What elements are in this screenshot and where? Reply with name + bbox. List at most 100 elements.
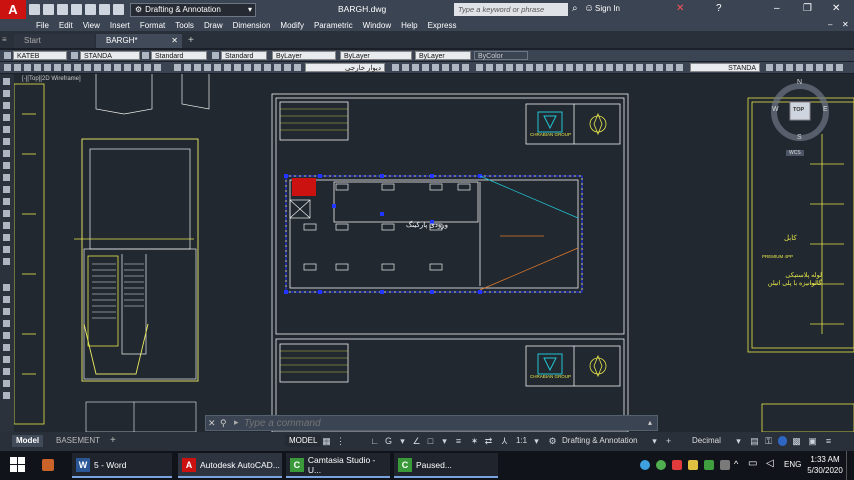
compass-north[interactable]: N: [797, 79, 802, 86]
array-tool-icon[interactable]: [3, 332, 10, 339]
selection-cycling-icon[interactable]: ⇄: [484, 436, 493, 446]
toolbar-icon-54[interactable]: [646, 64, 653, 71]
toolbar-icon-24[interactable]: [244, 64, 251, 71]
arc-tool-icon[interactable]: [3, 114, 10, 121]
toolbar-icon-26[interactable]: [264, 64, 271, 71]
menu-draw[interactable]: Draw: [204, 21, 223, 30]
toolbar-icon-50[interactable]: [606, 64, 613, 71]
toolbar-icon-16[interactable]: [154, 64, 161, 71]
compass-south[interactable]: S: [797, 134, 802, 141]
toolbar-icon-19[interactable]: [194, 64, 201, 71]
lineweight-icon[interactable]: ≡: [454, 436, 463, 446]
toolbar-icon-20[interactable]: [204, 64, 211, 71]
menu-minimize-icon[interactable]: –: [828, 20, 832, 29]
toolbar-icon-30[interactable]: [402, 64, 409, 71]
toolbar-icon-53[interactable]: [636, 64, 643, 71]
linetype-dropdown[interactable]: ByLayer: [340, 51, 412, 60]
scale-dropdown-icon[interactable]: ▾: [532, 436, 541, 446]
gradient-tool-icon[interactable]: [3, 222, 10, 229]
offset-tool-icon[interactable]: [3, 320, 10, 327]
menu-file[interactable]: File: [36, 21, 49, 30]
annotation-monitor-icon[interactable]: +: [664, 436, 673, 446]
units-dropdown-icon[interactable]: ▾: [734, 436, 743, 446]
model-space-toggle[interactable]: MODEL: [285, 435, 322, 447]
toolbar-icon-56[interactable]: [666, 64, 673, 71]
toolbar-icon-3[interactable]: [24, 64, 31, 71]
toolbar-icon-34[interactable]: [442, 64, 449, 71]
toolbar-icon-32[interactable]: [422, 64, 429, 71]
save-as-icon[interactable]: [71, 4, 82, 15]
toolbar-icon-57[interactable]: [676, 64, 683, 71]
toolbar-icon-39[interactable]: [496, 64, 503, 71]
toolbar-icon-33[interactable]: [432, 64, 439, 71]
volume-icon[interactable]: ◁: [766, 458, 774, 469]
toolbar-icon-14[interactable]: [134, 64, 141, 71]
autocad-logo-icon[interactable]: A: [0, 0, 26, 19]
menu-window[interactable]: Window: [363, 21, 391, 30]
new-tab-icon[interactable]: +: [188, 35, 194, 46]
menu-modify[interactable]: Modify: [280, 21, 304, 30]
object-snap-tracking-icon[interactable]: ∠: [412, 436, 421, 446]
toolbar-icon-5[interactable]: [44, 64, 51, 71]
menu-view[interactable]: View: [83, 21, 100, 30]
toolbar-icon-60[interactable]: [786, 64, 793, 71]
mleader-style-dropdown[interactable]: Standard: [221, 51, 267, 60]
layout-tab-model[interactable]: Model: [12, 435, 44, 447]
lock-ui-icon[interactable]: ⚿: [764, 436, 773, 446]
polyline-tool-icon[interactable]: [3, 90, 10, 97]
clean-screen-icon[interactable]: ▣: [808, 436, 817, 446]
quick-properties-icon[interactable]: ▤: [750, 436, 759, 446]
undo-icon[interactable]: [99, 4, 110, 15]
tab-start[interactable]: Start: [14, 34, 94, 48]
object-snap-icon[interactable]: □: [426, 436, 435, 446]
command-close-icon[interactable]: ✕: [208, 418, 216, 429]
layer-properties-icon[interactable]: [294, 64, 301, 71]
workspace-gear-icon[interactable]: ⚙: [548, 436, 557, 446]
sign-in-link[interactable]: Sign In: [595, 4, 620, 13]
polygon-tool-icon[interactable]: [3, 138, 10, 145]
show-desktop-button[interactable]: [846, 451, 850, 480]
toolbar-icon-17[interactable]: [174, 64, 181, 71]
customization-icon[interactable]: ≡: [824, 436, 833, 446]
menu-insert[interactable]: Insert: [110, 21, 130, 30]
layout-tab-basement[interactable]: BASEMENT: [52, 435, 104, 447]
language-indicator[interactable]: ENG: [784, 460, 801, 469]
toolbar-icon-36[interactable]: [462, 64, 469, 71]
toolbar-icon-49[interactable]: [596, 64, 603, 71]
exchange-icon[interactable]: ✕: [676, 3, 684, 14]
new-layout-icon[interactable]: +: [110, 435, 116, 446]
scale-tool-icon[interactable]: [3, 368, 10, 375]
move-tool-icon[interactable]: [3, 344, 10, 351]
toolbar-icon-7[interactable]: [64, 64, 71, 71]
toolbar-icon-59[interactable]: [776, 64, 783, 71]
toolbar-icon-23[interactable]: [234, 64, 241, 71]
workspace-dropdown[interactable]: ⚙ Drafting & Annotation ▾: [130, 2, 256, 17]
toolbar-icon-52[interactable]: [626, 64, 633, 71]
point-tool-icon[interactable]: [3, 198, 10, 205]
binoculars-icon[interactable]: ⌕: [572, 3, 578, 14]
taskbar-app-recorder[interactable]: C Paused...: [394, 453, 498, 478]
tray-app-icon-2[interactable]: [656, 460, 666, 470]
isodraft-icon[interactable]: ▾: [398, 436, 407, 446]
show-hidden-icons[interactable]: ^: [734, 459, 738, 469]
menu-help[interactable]: Help: [401, 21, 417, 30]
toolbar-icon-41[interactable]: [516, 64, 523, 71]
toolbar-icon-35[interactable]: [452, 64, 459, 71]
color-dropdown[interactable]: ByLayer: [272, 51, 336, 60]
toolbar-icon-58[interactable]: [766, 64, 773, 71]
menu-toggle-icon[interactable]: ≡: [2, 35, 7, 44]
windows-start-icon[interactable]: [10, 457, 26, 473]
clock-time[interactable]: 1:33 AM: [806, 455, 844, 464]
tab-close-icon[interactable]: ✕: [171, 34, 178, 48]
toolbar-icon-38[interactable]: [486, 64, 493, 71]
plot-icon[interactable]: [85, 4, 96, 15]
toolbar-icon-62[interactable]: [806, 64, 813, 71]
taskbar-app-word[interactable]: W 5 - Word: [72, 453, 172, 478]
toolbar-icon-55[interactable]: [656, 64, 663, 71]
tray-app-icon-6[interactable]: [720, 460, 730, 470]
toolbar-icon-46[interactable]: [566, 64, 573, 71]
menu-edit[interactable]: Edit: [59, 21, 73, 30]
spline-tool-icon[interactable]: [3, 150, 10, 157]
lineweight-dropdown[interactable]: ByLayer: [415, 51, 471, 60]
toolbar-icon-22[interactable]: [224, 64, 231, 71]
